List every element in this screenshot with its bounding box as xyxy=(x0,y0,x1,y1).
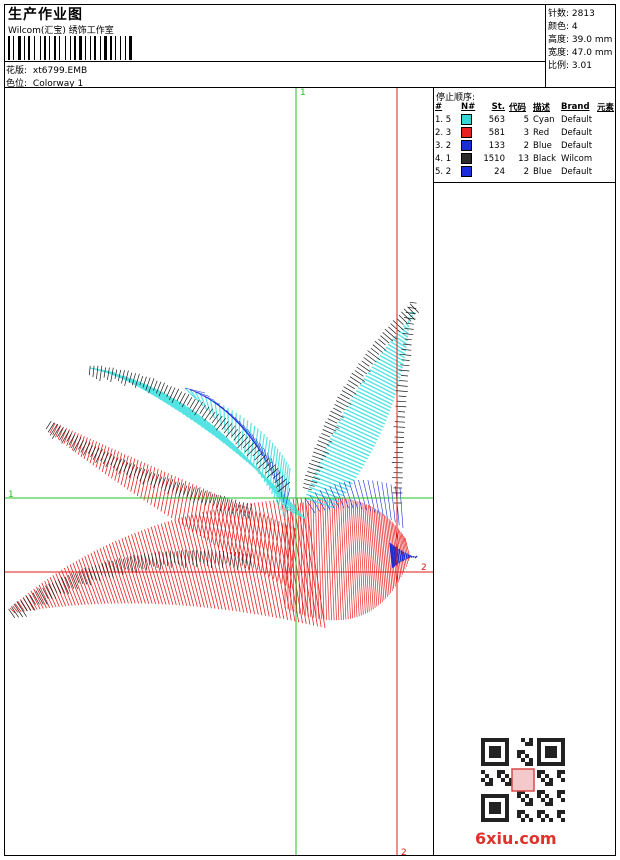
color-panel-bottom-rule xyxy=(433,182,616,183)
row-swatch xyxy=(459,126,481,139)
col-code: 代码 xyxy=(509,103,527,113)
stat-colors: 颜色: 4 xyxy=(548,19,578,32)
row-brand: Default xyxy=(561,166,593,177)
stat-height: 高度: 39.0 mm xyxy=(548,32,612,45)
row-stitch-code: 1510 xyxy=(483,153,505,164)
design-file-label: 花版: xyxy=(6,66,28,76)
stat-width-label: 宽度: xyxy=(548,48,570,58)
green-guide-label-left: 1 xyxy=(8,490,14,500)
row-description: Cyan xyxy=(533,114,555,125)
row-element xyxy=(595,113,616,126)
col-stitches: St. xyxy=(491,102,505,112)
row-element xyxy=(595,152,616,165)
stop-sequence-table: # N# St. 代码 描述 Brand 元素 1. 5 563 5 Cyan Defa… xyxy=(433,101,616,178)
row-number: 3 xyxy=(523,127,529,138)
color-panel-divider xyxy=(433,87,434,856)
barcode xyxy=(8,36,132,60)
color-row: 1. 5 563 5 Cyan Default xyxy=(433,113,616,126)
row-brand: Default xyxy=(561,140,593,151)
stat-scale: 比例: 3.01 xyxy=(548,58,592,71)
color-swatch-icon xyxy=(461,127,472,138)
stat-stitches-value: 2813 xyxy=(571,9,595,19)
color-swatch-icon xyxy=(461,140,472,151)
row-stitch-code: 563 xyxy=(488,114,505,125)
row-stitch-code: 133 xyxy=(488,140,505,151)
stats-divider xyxy=(545,4,546,87)
green-guide-label-top: 1 xyxy=(300,88,306,98)
row-number: 5 xyxy=(523,114,529,125)
design-file-value: xt6799.EMB xyxy=(32,66,88,76)
stat-stitches-label: 针数: xyxy=(548,9,570,19)
red-guide-label-right: 2 xyxy=(421,563,427,573)
row-brand: Default xyxy=(561,114,593,125)
row-stitch-code: 24 xyxy=(494,166,505,177)
row-number: 2 xyxy=(523,140,529,151)
row-swatch xyxy=(459,165,481,178)
row-element xyxy=(595,165,616,178)
color-row: 2. 3 581 3 Red Default xyxy=(433,126,616,139)
color-row: 4. 1 1510 13 Black Wilcom xyxy=(433,152,616,165)
row-brand: Wilcom xyxy=(561,153,593,164)
company-name: Wilcom(汇宝) 绣饰工作室 xyxy=(8,26,114,36)
stat-height-value: 39.0 mm xyxy=(571,35,613,45)
red-guide-label-bottom: 2 xyxy=(401,848,407,858)
row-element xyxy=(595,139,616,152)
stat-height-label: 高度: xyxy=(548,35,570,45)
col-element: 元素 xyxy=(597,103,615,113)
embroidery-canvas xyxy=(5,88,433,855)
col-brand: Brand xyxy=(561,102,590,112)
header-mid-rule xyxy=(4,61,545,62)
row-swatch xyxy=(459,152,481,165)
color-row: 3. 2 133 2 Blue Default xyxy=(433,139,616,152)
row-order: 3. 2 xyxy=(435,140,452,151)
row-description: Red xyxy=(533,127,550,138)
wing-right-cyan xyxy=(304,312,415,509)
row-description: Black xyxy=(533,153,556,164)
color-swatch-icon xyxy=(461,114,472,125)
stat-width-value: 47.0 mm xyxy=(571,48,613,58)
row-description: Blue xyxy=(533,140,552,151)
stat-stitches: 针数: 2813 xyxy=(548,6,595,19)
row-stitch-code: 581 xyxy=(488,127,505,138)
color-row: 5. 2 24 2 Blue Default xyxy=(433,165,616,178)
row-description: Blue xyxy=(533,166,552,177)
watermark-site: 6xiu.com xyxy=(475,829,557,848)
col-needle: N# xyxy=(461,102,476,112)
page-title: 生产作业图 xyxy=(8,7,83,23)
stat-colors-label: 颜色: xyxy=(548,22,570,32)
col-order: # xyxy=(435,102,443,112)
stat-colors-value: 4 xyxy=(571,22,578,32)
row-order: 2. 3 xyxy=(435,127,452,138)
row-order: 4. 1 xyxy=(435,153,452,164)
col-description: 描述 xyxy=(533,103,551,113)
stat-width: 宽度: 47.0 mm xyxy=(548,45,612,58)
qr-code xyxy=(481,738,565,822)
row-number: 13 xyxy=(518,153,529,164)
row-swatch xyxy=(459,139,481,152)
color-swatch-icon xyxy=(461,166,472,177)
row-swatch xyxy=(459,113,481,126)
stat-scale-label: 比例: xyxy=(548,61,570,71)
row-order: 1. 5 xyxy=(435,114,452,125)
color-swatch-icon xyxy=(461,153,472,164)
row-order: 5. 2 xyxy=(435,166,452,177)
row-brand: Default xyxy=(561,127,593,138)
row-number: 2 xyxy=(523,166,529,177)
stop-sequence-header-row: # N# St. 代码 描述 Brand 元素 xyxy=(433,101,616,113)
design-file-row: 花版: xt6799.EMB xyxy=(6,63,87,76)
stat-scale-value: 3.01 xyxy=(571,61,592,71)
row-element xyxy=(595,126,616,139)
qr-seal xyxy=(511,768,535,792)
